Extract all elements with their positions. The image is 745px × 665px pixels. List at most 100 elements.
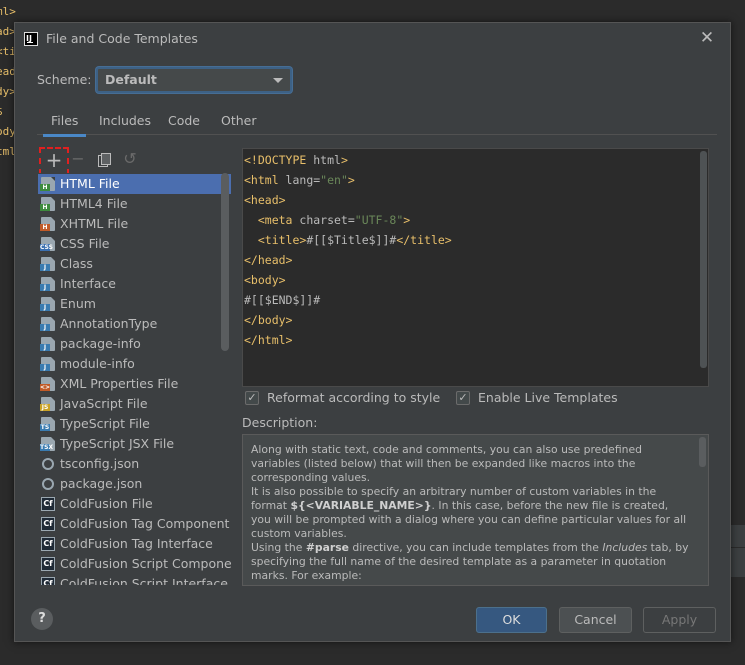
live-templates-label: Enable Live Templates: [478, 390, 618, 405]
template-item[interactable]: package.json: [38, 474, 231, 494]
java-icon: J: [40, 317, 55, 331]
template-item[interactable]: H XHTML File: [38, 214, 231, 234]
code-line: <body>: [244, 270, 286, 290]
tab-includes[interactable]: Includes: [99, 113, 151, 135]
scheme-value: Default: [105, 72, 157, 87]
checkmark-icon: ✓: [245, 391, 259, 405]
file-type-badge: CSS: [40, 244, 53, 251]
tab-files[interactable]: Files: [42, 113, 88, 137]
template-item-label: Enum: [60, 296, 96, 311]
code-token: <title>: [244, 233, 307, 247]
coldfusion-icon: Cf: [41, 497, 55, 511]
template-item[interactable]: Jmodule-info: [38, 354, 231, 374]
template-item[interactable]: Cf ColdFusion File: [38, 494, 231, 514]
code-token: <html: [244, 173, 286, 187]
code-line: </body>: [244, 310, 292, 330]
template-item-label: Interface: [60, 276, 116, 291]
java-icon: J: [40, 337, 55, 351]
template-item[interactable]: Jpackage-info: [38, 334, 231, 354]
file-list-scrollbar[interactable]: [221, 173, 229, 351]
code-line: <html lang="en">: [244, 170, 355, 190]
reset-template-button[interactable]: ↺: [119, 149, 141, 169]
file-type-badge: J: [40, 264, 50, 271]
remove-template-button[interactable]: −: [67, 149, 89, 169]
editor-scrollbar[interactable]: [700, 151, 707, 368]
file-type-badge: H: [40, 224, 50, 231]
code-token: </head>: [244, 253, 293, 267]
background-code-fragment: $: [0, 105, 3, 118]
copy-template-button[interactable]: [93, 149, 115, 169]
template-item[interactable]: Cf ColdFusion Tag Component: [38, 514, 231, 534]
code-line: <head>: [244, 190, 286, 210]
file-type-badge: JS: [40, 404, 50, 411]
config-icon: [42, 458, 54, 470]
html-icon: H: [40, 177, 55, 191]
template-item-label: XML Properties File: [60, 376, 179, 391]
code-token: #[[$END$]]#: [244, 293, 321, 307]
template-file-list[interactable]: H HTML File H HTML4 File H XHTML File CSS CSS F…: [38, 173, 231, 585]
add-template-button[interactable]: +: [39, 147, 69, 175]
template-item[interactable]: Cf ColdFusion Script Component: [38, 554, 231, 574]
description-panel[interactable]: Along with static text, code and comment…: [242, 434, 709, 586]
java-icon: J: [40, 257, 55, 271]
code-token: <body>: [244, 273, 286, 287]
file-type-badge: H: [40, 204, 50, 211]
template-code-editor[interactable]: <!DOCTYPE html> <html lang="en"> <head> <m…: [242, 148, 709, 387]
code-line: #[[$END$]]#: [244, 290, 320, 310]
scheme-label: Scheme:: [37, 72, 92, 87]
template-item[interactable]: J Class: [38, 254, 231, 274]
template-item[interactable]: TS TypeScript File: [38, 414, 231, 434]
variable-syntax: ${<VARIABLE_NAME>}: [290, 499, 432, 512]
reformat-label: Reformat according to style: [267, 390, 441, 405]
code-token: >: [347, 173, 355, 187]
template-tabs: Files Includes Code Other: [37, 113, 717, 137]
ok-button[interactable]: OK: [476, 607, 547, 633]
close-button[interactable]: ✕: [697, 28, 717, 48]
dialog-titlebar: IJ File and Code Templates ✕: [15, 23, 730, 55]
coldfusion-icon: Cf: [41, 557, 55, 571]
description-text: Along with static text, code and comment…: [251, 443, 691, 583]
template-item-label: CSS File: [60, 236, 110, 251]
tab-other[interactable]: Other: [221, 113, 257, 135]
file-type-badge: J: [40, 364, 50, 371]
template-item[interactable]: tsconfig.json: [38, 454, 231, 474]
template-item[interactable]: H HTML4 File: [38, 194, 231, 214]
template-item[interactable]: J Interface: [38, 274, 231, 294]
template-item-label: ColdFusion Tag Component: [60, 516, 230, 531]
file-type-badge: TSX: [40, 444, 54, 451]
code-line: <!DOCTYPE html>: [244, 150, 348, 170]
template-item[interactable]: Cf ColdFusion Script Interface: [38, 574, 231, 585]
code-token: "en": [320, 173, 348, 187]
checkmark-icon: ✓: [456, 391, 470, 405]
file-type-badge: TS: [40, 424, 50, 431]
cancel-button[interactable]: Cancel: [559, 607, 632, 633]
template-item[interactable]: <> XML Properties File: [38, 374, 231, 394]
template-item-label: HTML4 File: [60, 196, 128, 211]
template-item-label: HTML File: [60, 176, 120, 191]
template-item[interactable]: H HTML File: [38, 174, 231, 194]
code-token: >: [340, 153, 348, 167]
typescript-icon: TS: [40, 417, 55, 431]
code-token: </html>: [244, 333, 293, 347]
scheme-dropdown[interactable]: Default: [96, 67, 292, 93]
file-type-badge: J: [40, 284, 50, 291]
template-item[interactable]: TSX TypeScript JSX File: [38, 434, 231, 454]
template-item-label: package-info: [60, 336, 141, 351]
code-token: </title>: [396, 233, 452, 247]
template-item-label: TypeScript JSX File: [60, 436, 175, 451]
html-icon: H: [40, 197, 55, 211]
description-scrollbar[interactable]: [699, 437, 706, 467]
template-item[interactable]: J Enum: [38, 294, 231, 314]
template-item[interactable]: JS JavaScript File: [38, 394, 231, 414]
xhtml-icon: H: [40, 217, 55, 231]
template-item[interactable]: Cf ColdFusion Tag Interface: [38, 534, 231, 554]
code-token: </body>: [244, 313, 293, 327]
help-button[interactable]: ?: [31, 608, 53, 630]
template-item[interactable]: CSS CSS File: [38, 234, 231, 254]
dialog-title: File and Code Templates: [46, 31, 198, 46]
template-item[interactable]: J AnnotationType: [38, 314, 231, 334]
apply-button[interactable]: Apply: [643, 607, 716, 633]
code-token: "UTF-8": [354, 213, 404, 227]
coldfusion-icon: Cf: [41, 577, 55, 585]
tab-code[interactable]: Code: [168, 113, 200, 135]
